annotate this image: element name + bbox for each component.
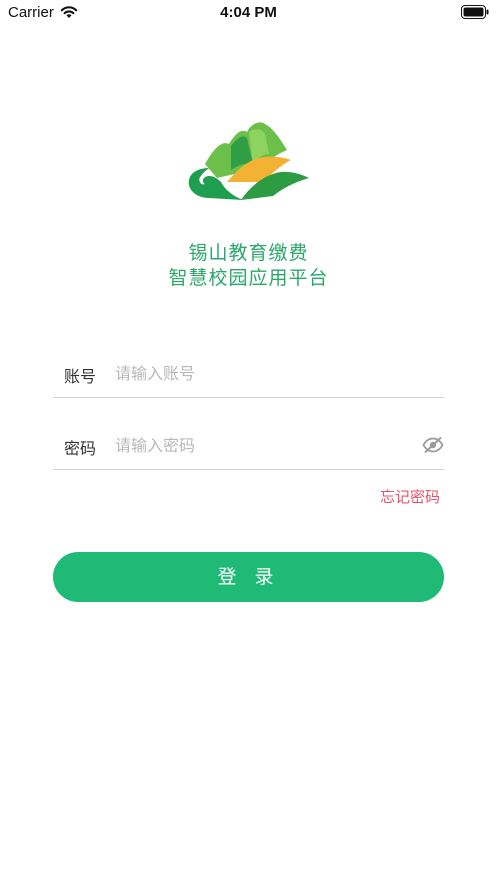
- password-input[interactable]: [115, 430, 415, 460]
- account-input[interactable]: [115, 358, 415, 388]
- battery-icon: [461, 5, 489, 19]
- app-logo: [188, 122, 309, 200]
- forgot-password-link[interactable]: 忘记密码: [380, 486, 440, 507]
- app-title-line1: 锡山教育缴费: [188, 242, 309, 264]
- app-title-line2: 智慧校园应用平台: [168, 267, 329, 289]
- login-button[interactable]: 登 录: [53, 552, 444, 602]
- account-field: 账号: [53, 350, 444, 398]
- eye-slash-icon[interactable]: [422, 436, 444, 454]
- login-screen: Carrier 4:04 PM 锡山教育缴费 智慧校园应用平台 账号 密码: [0, 0, 497, 883]
- status-bar: Carrier 4:04 PM: [0, 0, 497, 26]
- account-label: 账号: [64, 367, 97, 386]
- password-field: 密码: [53, 422, 444, 470]
- clock: 4:04 PM: [220, 4, 277, 21]
- password-label: 密码: [64, 439, 97, 458]
